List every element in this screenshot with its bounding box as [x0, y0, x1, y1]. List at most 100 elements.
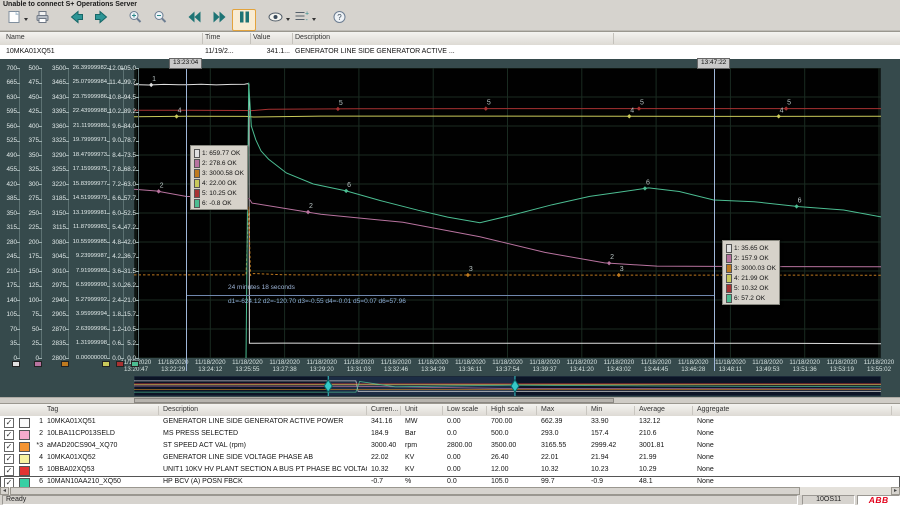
trend-cursor[interactable] — [186, 68, 187, 371]
overview-range-selector[interactable] — [134, 376, 881, 396]
col-name[interactable]: Name — [6, 34, 25, 41]
tooltip-line: 2: 278.6 OK — [194, 158, 244, 168]
pen-row[interactable]: ✓410MKA01XQ52GENERATOR LINE SIDE VOLTAGE… — [0, 452, 900, 464]
column-divider[interactable] — [613, 33, 614, 44]
horizontal-scrollbar[interactable]: ◂ ▸ — [0, 487, 900, 495]
pen-current: 3000.40 — [371, 442, 401, 449]
zoom-out-button[interactable] — [148, 9, 172, 31]
axis-tick-label: 6.59999990 — [76, 282, 107, 288]
axis-tick-label: 490 — [6, 152, 17, 159]
axis-tick-label: 70 — [10, 326, 17, 333]
scroll-forward-button[interactable] — [207, 9, 231, 31]
pen-visible-checkbox[interactable]: ✓ — [4, 430, 14, 440]
cursor-values-tooltip: 1: 35.65 OK2: 157.9 OK3: 3000.03 OK4: 21… — [722, 240, 780, 305]
axis-tick — [136, 83, 139, 84]
axis-tick — [39, 213, 42, 214]
scale-options-button[interactable]: +- — [292, 9, 317, 31]
scrollbar-thumb[interactable] — [10, 487, 800, 495]
pen-max: 662.39 — [541, 418, 587, 425]
pen-row[interactable]: ✓110MKA01XQ51GENERATOR LINE SIDE GENERAT… — [0, 416, 900, 428]
trend-plot[interactable]: 12223334445555666 — [134, 68, 881, 363]
pen-visible-checkbox[interactable]: ✓ — [4, 466, 14, 476]
zoom-in-button[interactable] — [123, 9, 147, 31]
axis-tick-label: 42.0 — [124, 239, 136, 246]
axis-tick — [136, 286, 139, 287]
dropdown-arrow-icon[interactable] — [286, 18, 290, 21]
pen-avg: 21.99 — [639, 454, 693, 461]
print-button[interactable] — [30, 9, 54, 31]
column-divider[interactable] — [292, 33, 293, 44]
axis-tick — [107, 155, 110, 156]
axis-tick — [136, 68, 139, 69]
tooltip-line: 5: 10.32 OK — [726, 283, 776, 293]
pen-visible-checkbox[interactable]: ✓ — [4, 418, 14, 428]
axis-tick-label: 89.2 — [124, 108, 136, 115]
axis-tick — [39, 300, 42, 301]
eye-icon — [267, 9, 284, 30]
svg-text:-: - — [306, 17, 309, 24]
axis-tick — [66, 358, 69, 359]
nav-back-button[interactable] — [64, 9, 88, 31]
pen-agg: None — [697, 430, 892, 437]
axis-tick-label: 5.27999992 — [76, 297, 107, 303]
axis-tick — [66, 112, 69, 113]
col-time[interactable]: Time — [205, 34, 220, 41]
scroll-back-button[interactable] — [182, 9, 206, 31]
axis-tick-label: 3430 — [52, 94, 66, 101]
pen-col-unit[interactable]: Unit — [405, 406, 443, 415]
pen-col-curren-[interactable]: Curren... — [371, 406, 401, 415]
pen-avg: 10.29 — [639, 466, 693, 473]
visibility-button[interactable] — [266, 9, 291, 31]
col-description[interactable]: Description — [295, 34, 330, 41]
axis-tick-label: 5.4 — [112, 224, 121, 231]
axis-tick — [66, 213, 69, 214]
axis-tick — [107, 228, 110, 229]
col-value[interactable]: Value — [253, 34, 270, 41]
pen-row[interactable]: ✓510BBA02XQ53UNIT1 10KV HV PLANT SECTION… — [0, 464, 900, 476]
new-trend-button[interactable] — [4, 9, 29, 31]
pen-agg: None — [697, 442, 892, 449]
axis-tick-label: 560 — [6, 123, 17, 130]
pen-description: GENERATOR LINE SIDE GENERATOR ACTIVE POW… — [163, 418, 367, 425]
axis-tick-label: 350 — [28, 152, 39, 159]
nav-forward-button[interactable] — [89, 9, 113, 31]
pen-col-description[interactable]: Description — [163, 406, 367, 415]
axis-tick — [66, 83, 69, 84]
pen-visible-checkbox[interactable]: ✓ — [4, 454, 14, 464]
axis-tick-label: 1.8 — [112, 311, 121, 318]
tooltip-line: 1: 659.77 OK — [194, 148, 244, 158]
trend-cursor[interactable] — [714, 68, 715, 371]
axis-tick-label: 2870 — [52, 326, 66, 333]
axis-tick-label: 175 — [28, 253, 39, 260]
pen-col-average[interactable]: Average — [639, 406, 693, 415]
pen-visible-checkbox[interactable]: ✓ — [4, 442, 14, 452]
pen-col-min[interactable]: Min — [591, 406, 635, 415]
pen-col-aggregate[interactable]: Aggregate — [697, 406, 892, 415]
axis-tick-label: 13.19999981 — [73, 210, 107, 216]
scroll-left-arrow[interactable]: ◂ — [0, 487, 9, 495]
column-divider[interactable] — [202, 33, 203, 44]
pen-col-max[interactable]: Max — [541, 406, 587, 415]
column-divider[interactable] — [250, 33, 251, 44]
axis-tick-label: 26.39999982 — [73, 65, 107, 71]
pen-color-marker — [131, 361, 139, 367]
pen-col-tag[interactable]: Tag — [47, 406, 159, 415]
pen-col-low-scale[interactable]: Low scale — [447, 406, 487, 415]
dropdown-arrow-icon[interactable] — [24, 18, 28, 21]
pen-col-high-scale[interactable]: High scale — [491, 406, 537, 415]
axis-tick-label: 10.2 — [109, 108, 121, 115]
axis-tick — [107, 329, 110, 330]
axis-tick — [39, 184, 42, 185]
pen-low: 0.00 — [447, 466, 487, 473]
fast-forward-icon — [211, 9, 228, 30]
pause-button[interactable] — [232, 9, 256, 31]
pen-row[interactable]: ✓210LBA11CP013SELDMS PRESS SELECTED184.9… — [0, 428, 900, 440]
dropdown-arrow-icon[interactable] — [312, 18, 316, 21]
scroll-right-arrow[interactable]: ▸ — [891, 487, 900, 495]
axis-tick-label: 350 — [6, 210, 17, 217]
help-button[interactable]: ? — [327, 9, 351, 31]
pen-row[interactable]: ✓*3aMAD20CS904_XQ70ST SPEED ACT VAL (rpm… — [0, 440, 900, 452]
pen-color-marker — [61, 361, 69, 367]
axis-tick — [107, 213, 110, 214]
watch-row[interactable]: 10MKA01XQ51 11/19/2... 341.1... GENERATO… — [0, 45, 900, 58]
